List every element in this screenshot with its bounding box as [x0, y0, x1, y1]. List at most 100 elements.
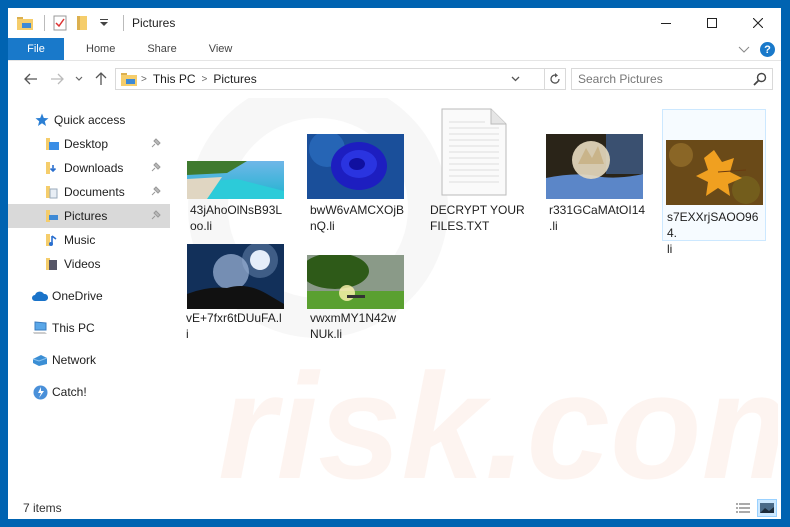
arrow-left-icon — [24, 73, 37, 85]
image-thumbnail — [307, 134, 404, 199]
breadcrumb-this-pc[interactable]: This PC — [153, 72, 196, 86]
file-item[interactable]: s7EXXrjSAOO964. li — [662, 109, 766, 256]
back-button[interactable] — [20, 68, 42, 90]
file-item[interactable]: DECRYPT YOUR FILES.TXT — [426, 98, 530, 238]
up-button[interactable] — [90, 68, 112, 90]
videos-folder-icon — [44, 256, 60, 272]
refresh-icon — [549, 73, 560, 84]
sidebar-item-label: OneDrive — [52, 289, 103, 303]
pin-icon[interactable] — [150, 209, 162, 221]
search-icon[interactable] — [753, 72, 767, 86]
details-view-icon — [736, 503, 750, 513]
status-bar: 7 items — [8, 497, 781, 519]
sidebar-item-label: Network — [52, 353, 97, 367]
minimize-icon — [661, 23, 671, 24]
maximize-button[interactable] — [689, 8, 735, 38]
file-name: r331GCaMAtOI14 .li — [549, 203, 646, 233]
quick-access-toolbar — [16, 8, 130, 38]
breadcrumb-separator: > — [201, 73, 208, 85]
tab-share[interactable]: Share — [131, 38, 192, 60]
network-icon — [32, 352, 48, 368]
chevron-down-icon — [738, 46, 750, 53]
close-icon — [753, 18, 763, 28]
chevron-down-icon — [75, 76, 83, 81]
sidebar-item-label: Downloads — [64, 161, 124, 175]
file-item[interactable]: r331GCaMAtOI14 .li — [546, 98, 650, 238]
computer-icon — [32, 320, 48, 336]
expand-ribbon-button[interactable] — [738, 43, 750, 57]
pictures-folder-icon[interactable] — [16, 14, 34, 32]
tab-view[interactable]: View — [193, 38, 249, 60]
file-item[interactable]: vE+7fxr6tDUuFA.l i — [186, 244, 290, 344]
new-folder-icon[interactable] — [73, 14, 91, 32]
sidebar-item-documents[interactable]: Documents — [8, 180, 170, 204]
large-icons-view-button[interactable] — [757, 499, 777, 517]
help-button[interactable]: ? — [760, 42, 775, 57]
ribbon-right-controls: ? — [738, 38, 775, 61]
sidebar-item-quick-access[interactable]: Quick access — [8, 108, 170, 132]
arrow-up-icon — [95, 72, 107, 85]
properties-icon[interactable] — [51, 14, 69, 32]
window-title: Pictures — [132, 16, 176, 30]
toolbar-separator — [123, 15, 124, 31]
details-view-button[interactable] — [733, 499, 753, 517]
music-folder-icon — [44, 232, 60, 248]
address-dropdown-button[interactable] — [506, 69, 524, 89]
sidebar-item-label: Documents — [64, 185, 125, 199]
file-item[interactable]: bwW6vAMCXOjB nQ.li — [306, 98, 410, 238]
image-thumbnail — [187, 161, 284, 199]
breadcrumb-pictures[interactable]: Pictures — [213, 72, 256, 86]
address-bar[interactable]: > This PC > Pictures — [115, 68, 566, 90]
window-controls — [643, 8, 781, 38]
sidebar-item-music[interactable]: Music — [8, 228, 170, 252]
catch-icon — [32, 384, 48, 400]
forward-button[interactable] — [46, 68, 68, 90]
sidebar-item-label: Quick access — [54, 113, 126, 127]
tab-file[interactable]: File — [8, 38, 64, 60]
pin-icon[interactable] — [150, 185, 162, 197]
view-switcher — [733, 499, 777, 517]
breadcrumb-separator: > — [141, 73, 147, 85]
file-item[interactable]: 43jAhoOlNsB93L oo.li — [186, 98, 290, 238]
desktop-folder-icon — [44, 136, 60, 152]
pin-icon[interactable] — [150, 137, 162, 149]
sidebar-item-this-pc[interactable]: This PC — [8, 316, 170, 340]
sidebar-item-network[interactable]: Network — [8, 348, 170, 372]
image-thumbnail — [546, 134, 643, 199]
image-thumbnail — [307, 255, 404, 309]
item-count: 7 items — [23, 501, 62, 515]
sidebar-item-downloads[interactable]: Downloads — [8, 156, 170, 180]
sidebar-item-desktop[interactable]: Desktop — [8, 132, 170, 156]
recent-locations-button[interactable] — [68, 68, 90, 90]
sidebar-item-pictures[interactable]: Pictures — [8, 204, 170, 228]
file-name: vwxmMY1N42w NUk.li — [310, 311, 397, 341]
file-name: s7EXXrjSAOO964. li — [667, 210, 759, 256]
customize-toolbar-dropdown-icon[interactable] — [95, 14, 113, 32]
tab-home[interactable]: Home — [70, 38, 131, 60]
search-input[interactable]: Search Pictures — [578, 72, 663, 86]
sidebar-item-label: Catch! — [52, 385, 87, 399]
file-explorer-window: Pictures File Home Share View ? > This P… — [8, 8, 781, 519]
search-box[interactable]: Search Pictures — [571, 68, 773, 90]
text-document-icon — [441, 108, 507, 196]
file-name: 43jAhoOlNsB93L oo.li — [190, 203, 283, 233]
refresh-button[interactable] — [544, 68, 566, 90]
file-item[interactable]: vwxmMY1N42w NUk.li — [306, 244, 410, 344]
sidebar-item-label: Desktop — [64, 137, 109, 151]
arrow-right-icon — [51, 73, 64, 85]
sidebar-item-label: This PC — [52, 321, 95, 335]
star-icon — [34, 112, 50, 128]
file-name: DECRYPT YOUR FILES.TXT — [430, 203, 525, 233]
file-name: vE+7fxr6tDUuFA.l i — [186, 311, 282, 341]
image-thumbnail — [666, 140, 763, 205]
sidebar-item-onedrive[interactable]: OneDrive — [8, 284, 170, 308]
close-button[interactable] — [735, 8, 781, 38]
minimize-button[interactable] — [643, 8, 689, 38]
toolbar-separator — [44, 15, 45, 31]
sidebar-item-videos[interactable]: Videos — [8, 252, 170, 276]
pin-icon[interactable] — [150, 161, 162, 173]
chevron-down-icon — [511, 76, 519, 82]
sidebar-item-catch[interactable]: Catch! — [8, 380, 170, 404]
sidebar-item-label: Pictures — [64, 209, 108, 223]
onedrive-icon — [32, 288, 48, 304]
